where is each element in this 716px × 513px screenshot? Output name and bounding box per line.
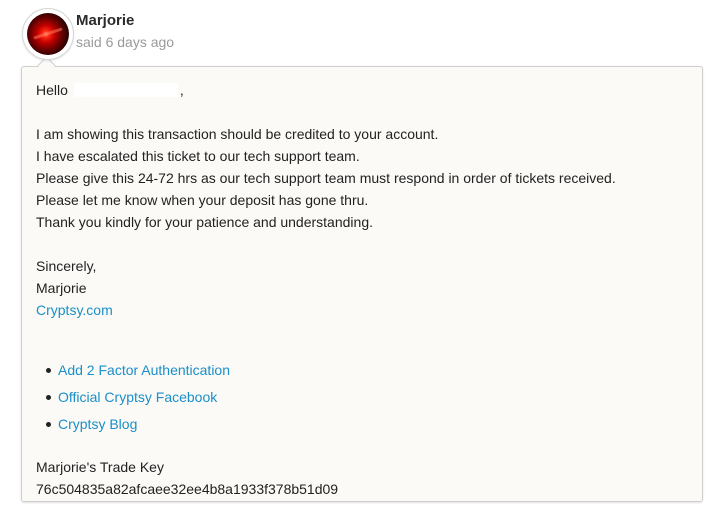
signoff: Sincerely,: [36, 258, 97, 274]
two-factor-link[interactable]: Add 2 Factor Authentication: [58, 362, 230, 378]
facebook-link[interactable]: Official Cryptsy Facebook: [58, 389, 217, 405]
body-line: Thank you kindly for your patience and u…: [36, 214, 373, 230]
signature-name: Marjorie: [36, 280, 87, 296]
body-line: Please give this 24-72 hrs as our tech s…: [36, 170, 616, 186]
comment-header: Marjorie said 6 days ago: [0, 0, 716, 66]
bullet-icon: [46, 422, 51, 427]
bullet-icon: [46, 395, 51, 400]
bullet-icon: [46, 368, 51, 373]
list-item: Official Cryptsy Facebook: [36, 386, 686, 413]
comment-bubble: Hello, I am showing this transaction sho…: [21, 66, 703, 502]
signature-site-line: Cryptsy.com: [36, 299, 686, 321]
trade-key-value: 76c504835a82afcaee32ee4b8a1933f378b51d09: [36, 481, 339, 497]
body-line: Please let me know when your deposit has…: [36, 192, 369, 208]
redacted-username: [73, 83, 178, 97]
avatar[interactable]: [22, 8, 74, 60]
trade-key-label: Marjorie's Trade Key: [36, 459, 164, 475]
list-item: Cryptsy Blog: [36, 413, 686, 440]
signature-site-link[interactable]: Cryptsy.com: [36, 302, 113, 318]
user-avatar-image: [27, 13, 69, 55]
greeting-line: Hello,: [36, 79, 686, 101]
body-line: I am showing this transaction should be …: [36, 126, 439, 142]
body-line: I have escalated this ticket to our tech…: [36, 148, 360, 164]
resource-links-list: Add 2 Factor Authentication Official Cry…: [36, 359, 686, 440]
greeting-suffix: ,: [179, 82, 184, 98]
comment-timestamp: said 6 days ago: [76, 34, 175, 50]
blog-link[interactable]: Cryptsy Blog: [58, 416, 137, 432]
greeting-text: Hello: [36, 82, 68, 98]
comment-body: Hello, I am showing this transaction sho…: [36, 79, 686, 500]
list-item: Add 2 Factor Authentication: [36, 359, 686, 386]
author-name[interactable]: Marjorie: [76, 12, 134, 29]
